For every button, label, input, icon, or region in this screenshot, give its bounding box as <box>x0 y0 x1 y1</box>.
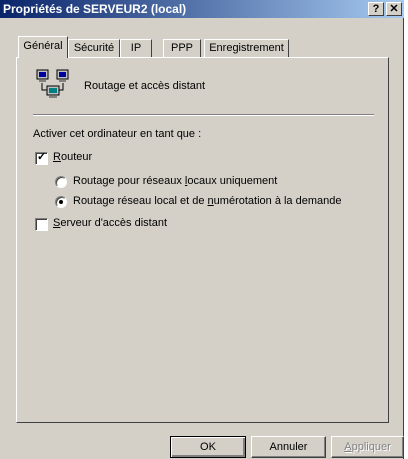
remote-access-server-label[interactable]: Serveur d'accès distant <box>53 217 167 229</box>
router-label[interactable]: Routeur <box>53 151 92 163</box>
cancel-button[interactable]: Annuler <box>251 436 326 458</box>
apply-button[interactable]: Appliquer <box>331 436 404 458</box>
checkmark-icon: ✓ <box>37 151 47 163</box>
ok-button[interactable]: OK <box>170 436 246 458</box>
divider <box>33 114 374 116</box>
radio-lan-demand-dial-label[interactable]: Routage réseau local et de numérotation … <box>73 195 341 207</box>
tab-logging[interactable]: Enregistrement <box>204 39 289 57</box>
close-button[interactable]: ✕ <box>386 2 402 16</box>
router-checkbox[interactable]: ✓ <box>35 151 48 165</box>
tab-security[interactable]: Sécurité <box>68 39 120 57</box>
tab-ip[interactable]: IP <box>120 39 152 57</box>
tab-security-label: Sécurité <box>73 42 115 54</box>
tab-ip-label: IP <box>130 42 142 54</box>
section-label: Activer cet ordinateur en tant que : <box>33 128 202 140</box>
tab-logging-label: Enregistrement <box>209 42 284 54</box>
service-label: Routage et accès distant <box>84 80 206 92</box>
tab-general-label: Général <box>23 40 63 52</box>
radio-lan-demand-dial[interactable] <box>55 196 67 208</box>
tab-ppp[interactable]: PPP <box>163 39 201 57</box>
radio-lan-only[interactable] <box>55 176 67 188</box>
tab-ppp-label: PPP <box>170 42 193 54</box>
window-title: Propriétés de SERVEUR2 (local) <box>3 2 187 16</box>
properties-dialog: Propriétés de SERVEUR2 (local) ? ✕ Génér… <box>0 0 404 459</box>
radio-selected-dot <box>59 200 63 204</box>
title-bar[interactable]: Propriétés de SERVEUR2 (local) ? ✕ <box>0 0 404 18</box>
radio-lan-only-label[interactable]: Routage pour réseaux locaux uniquement <box>73 175 277 187</box>
close-icon: ✕ <box>389 3 399 15</box>
remote-access-server-checkbox[interactable] <box>35 218 48 231</box>
network-computers-icon <box>36 69 69 98</box>
tab-general[interactable]: Général <box>18 36 68 58</box>
help-button[interactable]: ? <box>368 2 384 16</box>
general-tab-panel <box>16 57 389 423</box>
